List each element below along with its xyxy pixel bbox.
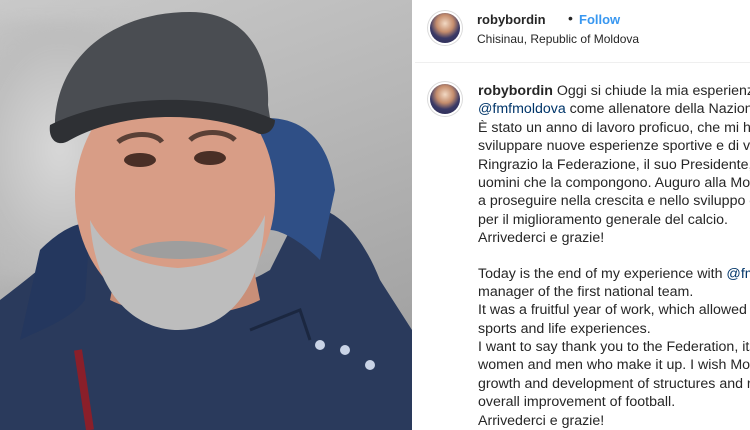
caption-line: @fmfmoldova come allenatore della Nazion… — [478, 100, 750, 118]
caption-line: robybordin Oggi si chiude la mia esperie… — [478, 83, 750, 99]
caption-line: sviluppare nuove esperienze sportive e d… — [478, 138, 750, 155]
caption-line: a proseguire nella crescita e nello svil… — [478, 193, 750, 210]
post-panel: robybordin • Follow Chisinau, Republic o… — [415, 0, 750, 430]
caption-line: sports and life experiences. — [478, 320, 651, 337]
avatar[interactable] — [430, 13, 460, 43]
mention-link[interactable]: @fmfmoldova — [478, 101, 566, 117]
post-header: robybordin • Follow Chisinau, Republic o… — [415, 0, 750, 63]
username-link[interactable]: robybordin — [477, 12, 546, 27]
caption-text: robybordin Oggi si chiude la mia esperie… — [478, 82, 750, 430]
left-eye — [124, 153, 156, 167]
caption-line: È stato un anno di lavoro proficuo, che … — [478, 119, 750, 136]
mention-link[interactable]: @fmf — [726, 266, 750, 282]
caption-line: women and men who make it up. I wish Mol… — [478, 357, 750, 374]
caption-line: growth and development of structures and… — [478, 375, 750, 392]
separator-dot: • — [568, 10, 573, 26]
caption-line: Arrivederci e grazie! — [478, 230, 605, 247]
coach-portrait — [0, 12, 412, 430]
caption-username[interactable]: robybordin — [478, 83, 553, 99]
caption-line: manager of the first national team. — [478, 283, 694, 300]
caption-line: uomini che la compongono. Auguro alla Mo… — [478, 174, 750, 191]
caption-line-text: come allenatore della Naziona — [565, 101, 750, 118]
caption-line: I want to say thank you to the Federatio… — [478, 339, 750, 356]
right-eye — [194, 151, 226, 165]
post-photo — [0, 0, 412, 430]
caption-line: per il miglioramento generale del calcio… — [478, 211, 728, 228]
caption-line: Today is the end of my experience with @… — [478, 265, 750, 283]
caption-avatar[interactable] — [430, 84, 460, 114]
caption-line: Arrivederci e grazie! — [478, 412, 605, 429]
caption-line: It was a fruitful year of work, which al… — [478, 302, 750, 319]
caption-line: overall improvement of football. — [478, 394, 676, 411]
caption-line: Ringrazio la Federazione, il suo Preside… — [478, 156, 750, 173]
location-link[interactable]: Chisinau, Republic of Moldova — [477, 32, 639, 46]
follow-button[interactable]: Follow — [579, 12, 620, 27]
